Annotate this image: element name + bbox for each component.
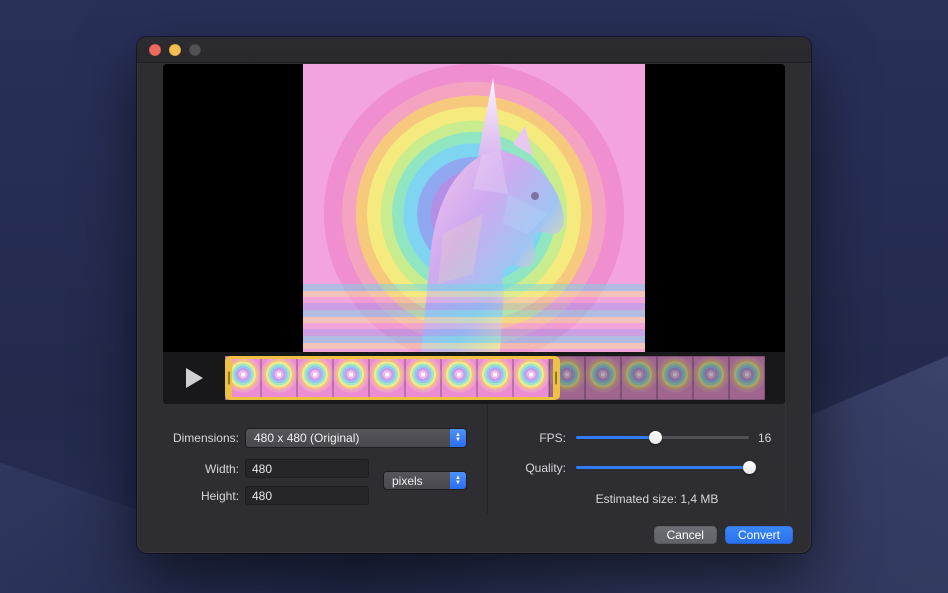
filmstrip-frame[interactable] xyxy=(729,356,765,400)
estimated-size-text: Estimated size: 1,4 MB xyxy=(528,492,786,506)
quality-slider-fill xyxy=(576,466,749,469)
rainbow-artwork xyxy=(303,64,645,352)
filmstrip-frame[interactable] xyxy=(585,356,621,400)
filmstrip-area xyxy=(225,356,765,400)
filmstrip-frame[interactable] xyxy=(693,356,729,400)
dimensions-value: 480 x 480 (Original) xyxy=(246,431,450,445)
filmstrip-frame[interactable] xyxy=(621,356,657,400)
trim-handle-left[interactable] xyxy=(225,359,232,397)
quality-slider-thumb[interactable] xyxy=(743,461,756,474)
dimensions-select[interactable]: 480 x 480 (Original) ▲▼ xyxy=(245,428,467,448)
quality-slider-track[interactable] xyxy=(576,466,749,469)
window-titlebar[interactable] xyxy=(137,37,811,63)
quality-label: Quality: xyxy=(488,458,566,478)
desktop-wallpaper: Dimensions: 480 x 480 (Original) ▲▼ Widt… xyxy=(0,0,948,593)
fps-value: 16 xyxy=(758,428,771,448)
fps-slider-track[interactable] xyxy=(576,436,749,439)
width-field[interactable] xyxy=(245,459,369,478)
dimensions-label: Dimensions: xyxy=(163,428,239,448)
app-window: Dimensions: 480 x 480 (Original) ▲▼ Widt… xyxy=(137,37,811,553)
encode-settings-group: FPS: 16 Quality: Estimated size: 1,4 MB xyxy=(487,404,786,514)
fps-slider-fill xyxy=(576,436,656,439)
stepper-icon: ▲▼ xyxy=(450,472,466,489)
play-icon xyxy=(186,368,203,388)
dimensions-group: Dimensions: 480 x 480 (Original) ▲▼ Widt… xyxy=(163,404,487,514)
controls-panel: Dimensions: 480 x 480 (Original) ▲▼ Widt… xyxy=(163,404,785,520)
zoom-button[interactable] xyxy=(189,44,201,56)
height-field[interactable] xyxy=(245,486,369,505)
play-button[interactable] xyxy=(163,368,225,388)
unit-value: pixels xyxy=(384,474,450,488)
width-label: Width: xyxy=(163,459,239,479)
trim-selection[interactable] xyxy=(225,356,560,400)
height-label: Height: xyxy=(163,486,239,506)
fps-slider-thumb[interactable] xyxy=(649,431,662,444)
stepper-icon: ▲▼ xyxy=(450,429,466,447)
action-buttons: Cancel Convert xyxy=(654,526,793,544)
video-frame xyxy=(163,64,785,352)
minimize-button[interactable] xyxy=(169,44,181,56)
convert-button[interactable]: Convert xyxy=(725,526,793,544)
fps-slider[interactable] xyxy=(576,431,749,444)
unit-select[interactable]: pixels ▲▼ xyxy=(383,471,467,490)
filmstrip-frame[interactable] xyxy=(657,356,693,400)
cancel-button[interactable]: Cancel xyxy=(654,526,717,544)
quality-slider[interactable] xyxy=(576,461,749,474)
trim-handle-right[interactable] xyxy=(553,359,560,397)
water-reflection xyxy=(303,284,645,352)
close-button[interactable] xyxy=(149,44,161,56)
fps-label: FPS: xyxy=(488,428,566,448)
timeline-scrubber xyxy=(163,352,785,404)
video-preview xyxy=(163,64,785,404)
